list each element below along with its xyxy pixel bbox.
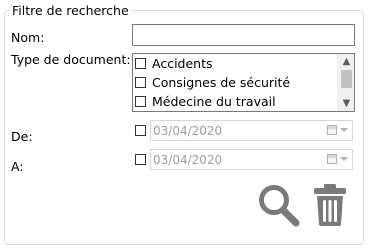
calendar-icon bbox=[327, 154, 337, 164]
magnifier-icon bbox=[259, 185, 300, 227]
checkbox-consignes-securite[interactable] bbox=[135, 77, 146, 88]
list-item-label: Consignes de sécurité bbox=[152, 75, 291, 90]
listbox-scrollbar[interactable]: ▲ ▼ bbox=[337, 54, 354, 111]
de-enable-checkbox[interactable] bbox=[135, 125, 146, 136]
a-label: A: bbox=[11, 159, 24, 174]
nom-label: Nom: bbox=[11, 30, 45, 45]
chevron-down-icon bbox=[340, 128, 348, 132]
delete-button[interactable] bbox=[311, 182, 349, 228]
list-item-label: Accidents bbox=[152, 56, 213, 71]
search-button[interactable] bbox=[257, 183, 301, 229]
de-date-dropdown[interactable] bbox=[327, 125, 348, 135]
list-item-consignes-securite[interactable]: Consignes de sécurité bbox=[135, 73, 290, 92]
de-label: De: bbox=[11, 129, 33, 144]
type-document-label: Type de document: bbox=[11, 52, 131, 67]
a-enable-checkbox[interactable] bbox=[135, 154, 146, 165]
checkbox-accidents[interactable] bbox=[135, 58, 146, 69]
calendar-icon bbox=[327, 125, 337, 135]
scroll-up-arrow-icon[interactable]: ▲ bbox=[338, 54, 354, 69]
de-date-value: 03/04/2020 bbox=[153, 123, 223, 138]
document-type-listbox[interactable]: Accidents Consignes de sécurité Médecine… bbox=[132, 53, 355, 112]
scrollbar-thumb[interactable] bbox=[341, 70, 352, 88]
group-title: Filtre de recherche bbox=[10, 3, 131, 18]
list-item-label: Médecine du travail bbox=[152, 94, 276, 109]
scroll-down-arrow-icon[interactable]: ▼ bbox=[338, 96, 354, 111]
a-date-dropdown[interactable] bbox=[327, 154, 348, 164]
a-date-picker[interactable]: 03/04/2020 bbox=[150, 149, 353, 170]
checkbox-medecine-travail[interactable] bbox=[135, 96, 146, 107]
nom-input[interactable] bbox=[132, 24, 355, 46]
list-item-accidents[interactable]: Accidents bbox=[135, 54, 213, 73]
a-date-value: 03/04/2020 bbox=[153, 152, 223, 167]
trash-icon bbox=[314, 184, 346, 226]
de-date-picker[interactable]: 03/04/2020 bbox=[150, 120, 353, 141]
list-item-medecine-travail[interactable]: Médecine du travail bbox=[135, 92, 276, 111]
chevron-down-icon bbox=[340, 157, 348, 161]
